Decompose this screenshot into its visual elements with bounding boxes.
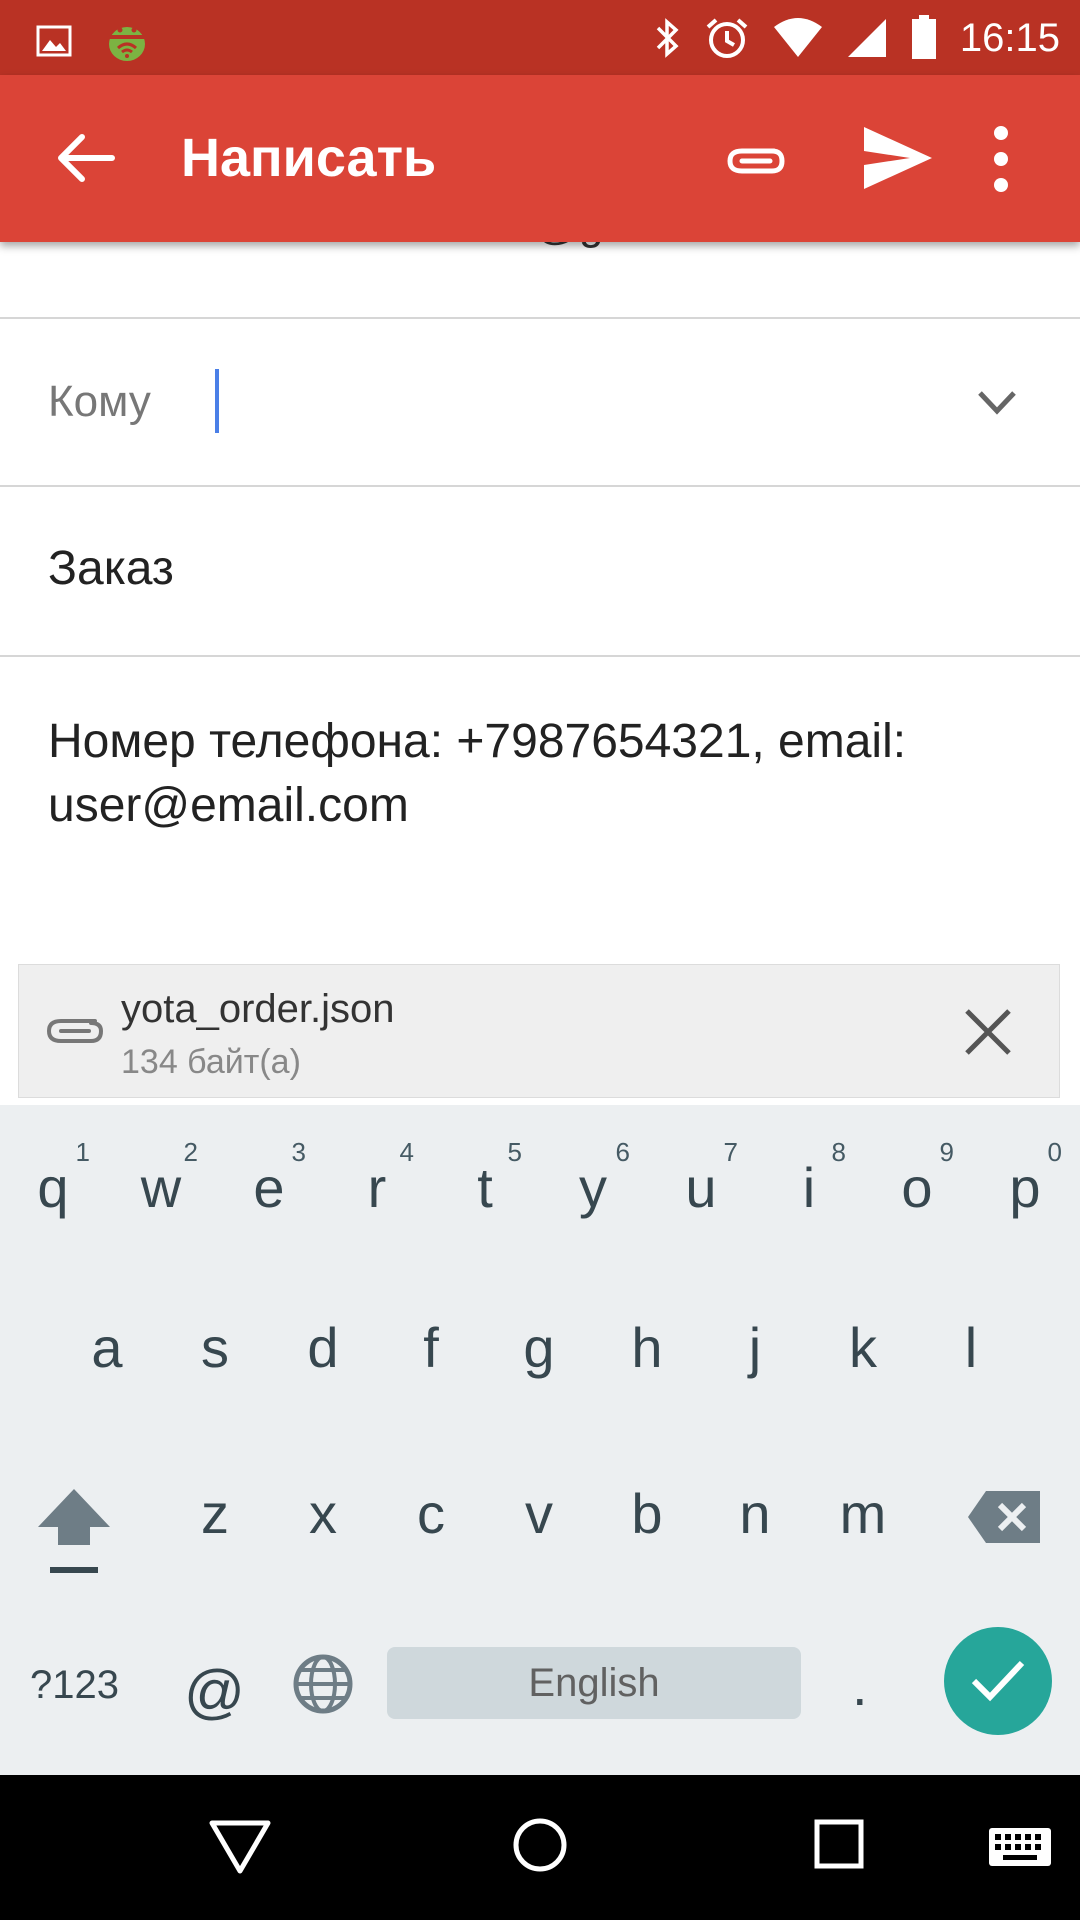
key-a[interactable]: a (54, 1315, 160, 1405)
key-q[interactable]: q1 (0, 1137, 106, 1245)
android-debug-icon (109, 27, 145, 61)
attachment-card[interactable]: yota_order.json 134 байт(а) (18, 964, 1060, 1098)
key-o[interactable]: o9 (864, 1137, 970, 1245)
to-label: Кому (48, 377, 151, 426)
keyboard: q1 w2 e3 r4 t5 y6 u7 i8 o9 p0 a s d f g … (0, 1105, 1080, 1775)
at-key[interactable]: @ (184, 1657, 245, 1726)
key-k[interactable]: k (810, 1315, 916, 1405)
key-p[interactable]: p0 (972, 1137, 1078, 1245)
body-line: Номер телефона: +7987654321, email: (48, 715, 907, 768)
space-bar[interactable]: English (387, 1647, 801, 1719)
image-icon (36, 25, 72, 57)
key-e[interactable]: e3 (216, 1137, 322, 1245)
attach-icon[interactable] (722, 131, 788, 185)
battery-icon (911, 15, 936, 59)
key-n[interactable]: n (702, 1481, 808, 1571)
key-f[interactable]: f (378, 1315, 484, 1405)
clock: 16:15 (959, 15, 1060, 60)
nav-recents-icon[interactable] (814, 1819, 864, 1869)
back-arrow-icon[interactable] (52, 125, 118, 191)
subject-row[interactable]: Заказ (0, 487, 1080, 657)
alarm-icon (706, 18, 748, 58)
check-icon (971, 1660, 1025, 1702)
nav-home-icon[interactable] (512, 1817, 568, 1873)
to-row: Кому (0, 317, 1080, 487)
key-v[interactable]: v (486, 1481, 592, 1571)
page-title: Написать (181, 128, 437, 188)
attachment-name: yota_order.json (121, 987, 395, 1031)
key-w[interactable]: w2 (108, 1137, 214, 1245)
key-y[interactable]: y6 (540, 1137, 646, 1245)
key-m[interactable]: m (810, 1481, 916, 1571)
key-g[interactable]: g (486, 1315, 592, 1405)
wifi-icon (773, 18, 822, 57)
key-r[interactable]: r4 (324, 1137, 430, 1245)
app-bar: Написать (0, 75, 1080, 242)
symbols-key[interactable]: ?123 (30, 1663, 119, 1708)
key-x[interactable]: x (270, 1481, 376, 1571)
shift-icon[interactable] (36, 1485, 112, 1577)
key-d[interactable]: d (270, 1315, 376, 1405)
key-c[interactable]: c (378, 1481, 484, 1571)
attachment-clip-icon (46, 1019, 104, 1043)
status-bar: 16:15 (0, 0, 1080, 75)
period-key[interactable]: . (852, 1653, 868, 1718)
subject-field[interactable]: Заказ (48, 541, 174, 596)
key-j[interactable]: j (702, 1315, 808, 1405)
body-line: user@email.com (48, 779, 409, 832)
key-u[interactable]: u7 (648, 1137, 754, 1245)
more-vert-icon[interactable] (986, 121, 1016, 197)
key-b[interactable]: b (594, 1481, 700, 1571)
message-body[interactable]: Номер телефона: +7987654321, email: user… (48, 710, 1028, 838)
send-icon[interactable] (862, 125, 934, 191)
key-s[interactable]: s (162, 1315, 268, 1405)
keyboard-switch-icon[interactable] (988, 1827, 1052, 1867)
enter-button[interactable] (944, 1627, 1052, 1735)
navigation-bar (0, 1775, 1080, 1920)
nav-back-icon[interactable] (208, 1817, 272, 1877)
key-i[interactable]: i8 (756, 1137, 862, 1245)
key-z[interactable]: z (162, 1481, 268, 1571)
globe-icon[interactable] (292, 1653, 354, 1715)
backspace-icon[interactable] (966, 1489, 1042, 1545)
signal-icon (847, 19, 886, 57)
chevron-down-icon[interactable] (974, 385, 1020, 421)
key-t[interactable]: t5 (432, 1137, 538, 1245)
attachment-size: 134 байт(а) (121, 1043, 301, 1081)
text-caret (215, 369, 219, 433)
to-input[interactable] (214, 367, 938, 439)
close-icon[interactable] (963, 1007, 1013, 1057)
key-l[interactable]: l (918, 1315, 1024, 1405)
key-h[interactable]: h (594, 1315, 700, 1405)
bluetooth-icon (656, 18, 679, 58)
